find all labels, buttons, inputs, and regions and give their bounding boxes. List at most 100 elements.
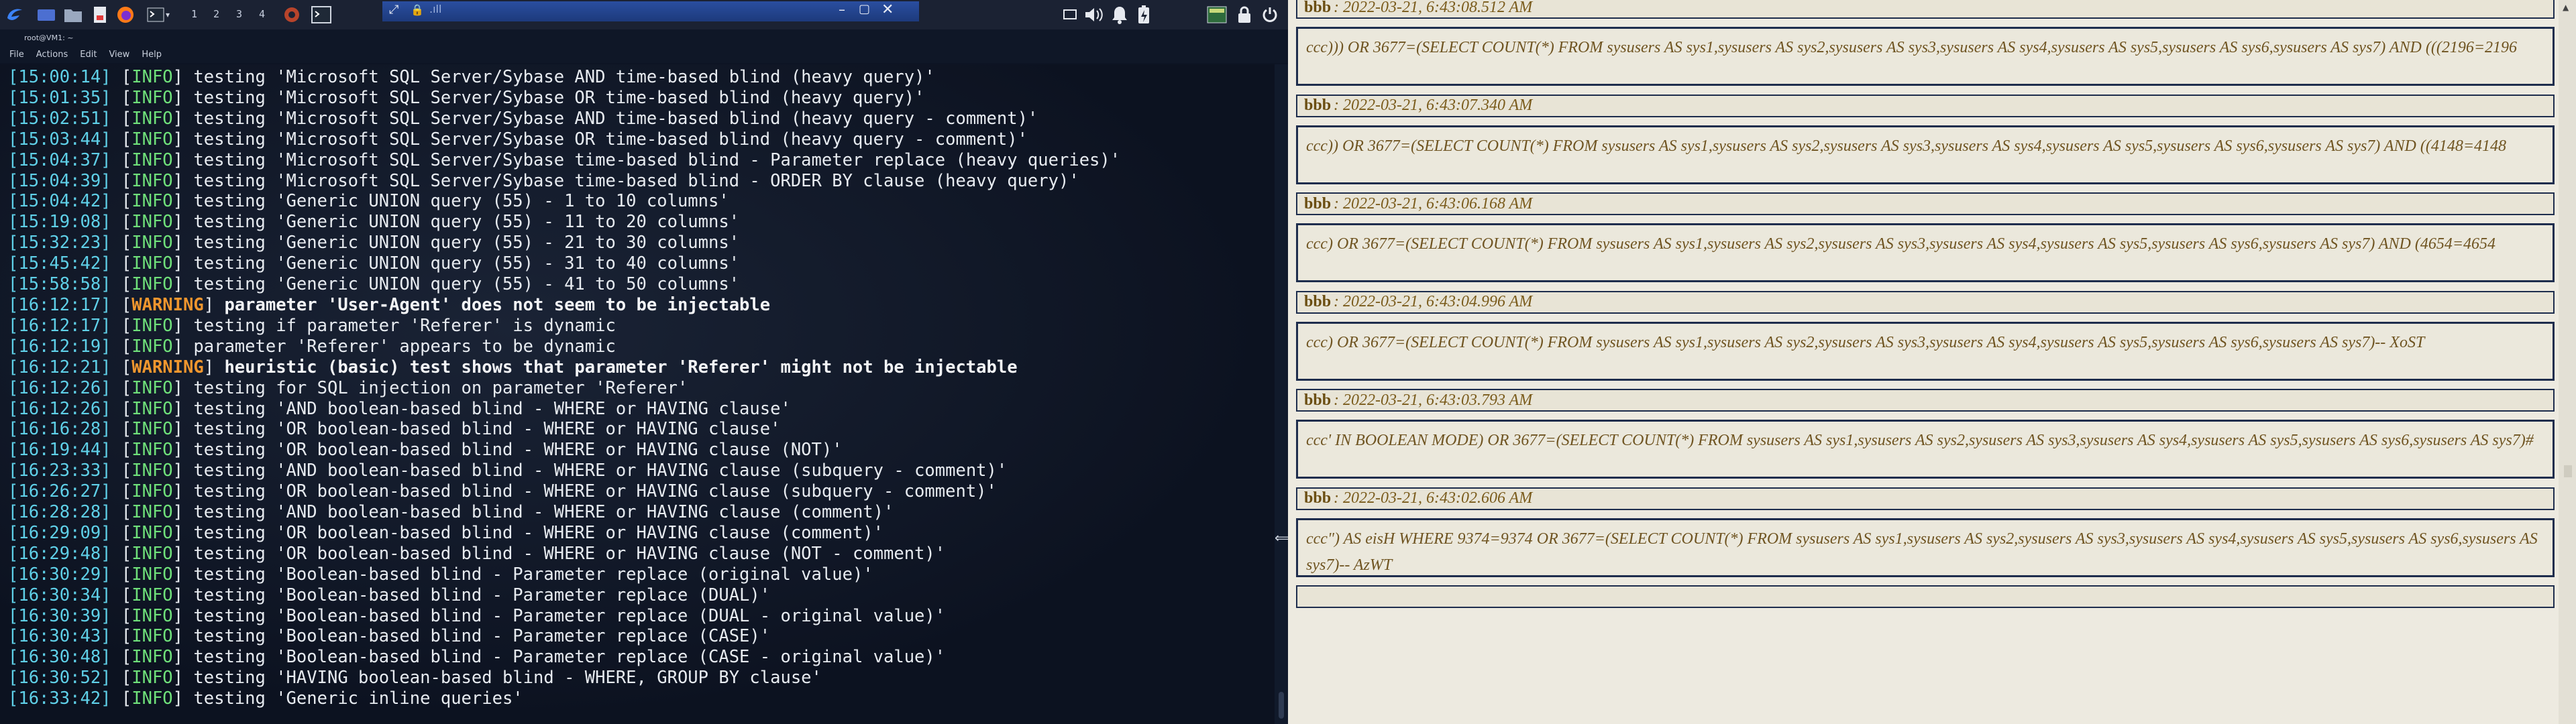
line-message: testing 'OR boolean-based blind - WHERE … [193,481,997,502]
workspace-switcher-icon[interactable] [1205,3,1229,26]
terminal-scrollbar[interactable] [1275,64,1288,724]
terminal-line: [16:29:09] [INFO] testing 'OR boolean-ba… [8,522,883,543]
line-message: testing 'Boolean-based blind - Parameter… [193,647,946,668]
pin-icon[interactable]: ⤢ [389,3,398,17]
text-editor-icon[interactable] [90,3,110,26]
terminal-title: root@VM1: ~ [0,29,1288,46]
line-message: testing if parameter 'Referer' is dynami… [193,315,616,336]
terminal-line: [16:30:29] [INFO] testing 'Boolean-based… [8,564,873,585]
workspace-4[interactable]: 4 [259,8,265,20]
line-level: INFO [131,585,173,605]
line-timestamp: [16:33:42] [8,688,111,709]
active-window-titlebar[interactable]: ⤢ 🔒 .ıll – ▢ ✕ [382,1,919,21]
terminal-scroll-thumb[interactable] [1279,692,1284,719]
menu-help[interactable]: Help [142,50,162,60]
line-level: INFO [131,543,173,564]
line-message: testing 'Generic UNION query (55) - 11 t… [193,212,740,233]
log-entry-body: ccc) OR 3677=(SELECT COUNT(*) FROM sysus… [1296,223,2555,282]
line-timestamp: [16:29:48] [8,543,111,564]
line-level: INFO [131,191,173,212]
line-level: INFO [131,233,173,253]
line-level: INFO [131,688,173,709]
line-timestamp: [16:28:28] [8,502,111,523]
terminal-line: [16:16:28] [INFO] testing 'OR boolean-ba… [8,419,781,440]
line-level: INFO [131,668,173,688]
terminal-line: [15:02:51] [INFO] testing 'Microsoft SQL… [8,108,1038,129]
lock-screen-icon[interactable] [1234,3,1254,26]
active-terminal-task-icon[interactable] [309,3,334,26]
terminal-line: [16:30:39] [INFO] testing 'Boolean-based… [8,605,946,626]
scroll-up-icon[interactable]: ▲ [2563,3,2569,12]
app-menu-icon[interactable] [3,3,27,26]
log-scrollbar[interactable]: ▲ [2559,0,2576,724]
terminal-line: [16:33:42] [INFO] testing 'Generic inlin… [8,688,523,709]
line-message: heuristic (basic) test shows that parame… [224,357,1018,377]
terminal-line: [15:58:58] [INFO] testing 'Generic UNION… [8,274,740,295]
terminal-line: [16:12:26] [INFO] testing 'AND boolean-b… [8,398,791,419]
power-icon[interactable] [1258,3,1281,26]
log-entry-user: bbb [1304,293,1332,310]
terminal-launcher-icon[interactable]: ▾ [144,3,173,26]
log-entry-header [1296,585,2555,608]
maximize-icon[interactable]: ▢ [859,2,870,16]
log-entry-body: ccc)) OR 3677=(SELECT COUNT(*) FROM sysu… [1296,125,2555,184]
lock-icon: 🔒 [411,3,424,16]
log-entry-header: bbb: 2022-03-21, 6:43:07.340 AM [1296,94,2555,117]
volume-icon[interactable] [1081,3,1106,26]
workspace-3[interactable]: 3 [236,8,242,20]
log-entry-timestamp: : 2022-03-21, 6:43:06.168 AM [1334,194,1533,213]
log-entry-header: bbb: 2022-03-21, 6:43:06.168 AM [1296,192,2555,215]
line-timestamp: [16:30:34] [8,585,111,605]
line-message: testing 'AND boolean-based blind - WHERE… [193,461,1008,481]
line-message: parameter 'Referer' appears to be dynami… [193,336,616,357]
terminal-line: [16:28:28] [INFO] testing 'AND boolean-b… [8,502,894,523]
menu-edit[interactable]: Edit [80,50,97,60]
line-message: testing 'Microsoft SQL Server/Sybase AND… [193,67,935,87]
line-message: testing 'Boolean-based blind - Parameter… [193,605,946,626]
log-entry-user: bbb [1304,489,1332,507]
line-timestamp: [15:02:51] [8,108,111,129]
log-scroll-thumb[interactable] [2564,465,2572,477]
firefox-icon[interactable] [114,3,137,26]
show-desktop-icon[interactable] [35,3,58,26]
notifications-bell-icon[interactable] [1108,3,1131,26]
terminal-menubar: File Actions Edit View Help [0,46,1288,63]
line-message: testing 'Generic inline queries' [193,688,523,709]
workspace-1[interactable]: 1 [191,8,197,20]
terminal-line: [16:12:21] [WARNING] heuristic (basic) t… [8,357,1018,377]
line-timestamp: [16:12:26] [8,377,111,398]
display-icon[interactable] [1060,3,1080,26]
terminal-line: [15:00:14] [INFO] testing 'Microsoft SQL… [8,67,935,87]
line-message: testing 'Microsoft SQL Server/Sybase OR … [193,129,1028,149]
menu-view[interactable]: View [109,50,129,60]
log-entry-header: bbb: 2022-03-21, 6:43:02.606 AM [1296,487,2555,510]
line-timestamp: [16:26:27] [8,481,111,502]
line-level: INFO [131,274,173,295]
log-entry-list: bbb: 2022-03-21, 6:43:08.512 AM ccc))) OR… [1296,0,2559,724]
file-manager-icon[interactable] [62,3,85,26]
line-level: INFO [131,564,173,585]
line-message: testing 'Boolean-based blind - Parameter… [193,626,771,647]
terminal-output[interactable]: [15:00:14] [INFO] testing 'Microsoft SQL… [0,64,1275,724]
minimize-icon[interactable]: – [839,1,845,17]
line-level: WARNING [131,357,204,377]
log-entry-user: bbb [1304,97,1332,114]
line-message: testing 'OR boolean-based blind - WHERE … [193,419,781,440]
workspace-2[interactable]: 2 [213,8,219,20]
terminal-line: [16:19:44] [INFO] testing 'OR boolean-ba… [8,440,843,461]
close-icon[interactable]: ✕ [881,1,894,18]
line-message: testing 'AND boolean-based blind - WHERE… [193,502,894,523]
line-level: INFO [131,315,173,336]
terminal-line: [15:03:44] [INFO] testing 'Microsoft SQL… [8,129,1028,149]
line-message: testing 'AND boolean-based blind - WHERE… [193,398,791,419]
menu-actions[interactable]: Actions [36,50,68,60]
menu-file[interactable]: File [9,50,24,60]
tray-app-icon[interactable] [280,3,303,26]
battery-icon[interactable] [1132,3,1155,26]
desktop-left: ▾ 1 2 3 4 ⤢ 🔒 .ıll – ▢ ✕ root@VM1: ~ Fil… [0,0,1294,724]
line-level: INFO [131,461,173,481]
line-timestamp: [16:12:17] [8,315,111,336]
line-timestamp: [16:12:21] [8,357,111,377]
line-level: INFO [131,170,173,191]
line-level: INFO [131,149,173,170]
